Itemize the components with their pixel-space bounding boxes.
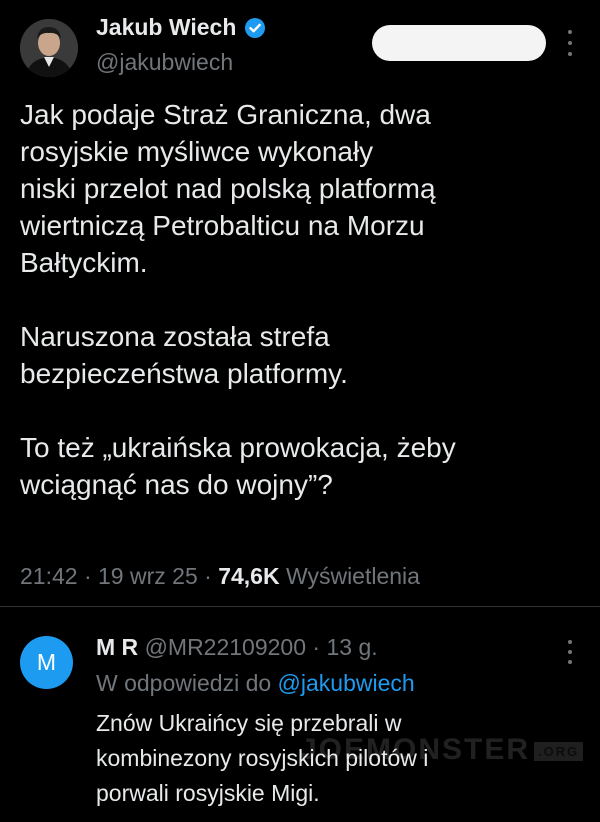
more-options-icon[interactable]: [560, 30, 580, 56]
author-avatar[interactable]: [20, 19, 78, 77]
tweet-text-line: wiertniczą Petrobalticu na Morzu: [20, 210, 425, 241]
reply-header: M R @MR22109200 · 13 g.: [96, 634, 378, 660]
tweet-text-line: To też „ukraińska prowokacja, żeby: [20, 432, 456, 463]
reply-tweet[interactable]: M M R @MR22109200 · 13 g. W odpowiedzi d…: [0, 607, 600, 822]
tweet-text: Jak podaje Straż Graniczna, dwa rosyjski…: [20, 96, 580, 503]
reply-text-line: porwali rosyjskie Migi.: [96, 780, 320, 806]
follow-button[interactable]: [372, 25, 546, 61]
reply-avatar-letter: M: [36, 649, 57, 675]
views-label: Wyświetlenia: [285, 563, 420, 589]
tweet-text-line: Naruszona została strefa: [20, 321, 330, 352]
replying-to-handle-link[interactable]: @jakubwiech: [278, 670, 415, 696]
watermark-text: JOEMONSTER: [300, 733, 531, 766]
tweet-text-line: niski przelot nad polską platformą: [20, 173, 436, 204]
tweet-text-line: Jak podaje Straż Graniczna, dwa: [20, 99, 431, 130]
reply-author-name[interactable]: M R: [96, 634, 138, 660]
replying-to: W odpowiedzi do @jakubwiech: [96, 670, 415, 697]
watermark-suffix: .ORG: [534, 741, 584, 761]
reply-avatar[interactable]: M: [20, 636, 73, 689]
tweet-time[interactable]: 21:42: [20, 563, 78, 589]
reply-author-handle[interactable]: @MR22109200: [145, 634, 306, 660]
tweet-date[interactable]: 19 wrz 25: [98, 563, 198, 589]
author-name[interactable]: Jakub Wiech: [96, 14, 236, 41]
tweet-text-line: rosyjskie myśliwce wykonały: [20, 136, 374, 167]
replying-to-label: W odpowiedzi do: [96, 670, 272, 696]
tweet-text-line: Bałtyckim.: [20, 247, 148, 278]
views-count: 74,6K: [218, 563, 280, 589]
author-handle[interactable]: @jakubwiech: [96, 49, 233, 76]
tweet-metadata: 21:42 · 19 wrz 25 · 74,6K Wyświetlenia: [20, 563, 420, 589]
tweet-text-line: wciągnąć nas do wojny”?: [20, 469, 333, 500]
reply-more-options-icon[interactable]: [560, 640, 580, 664]
watermark: JOEMONSTER .ORG: [300, 733, 584, 767]
main-tweet: Jakub Wiech @jakubwiech Jak podaje Straż…: [0, 0, 600, 606]
verified-badge-icon: [245, 17, 266, 38]
tweet-text-line: bezpieczeństwa platformy.: [20, 358, 348, 389]
reply-age[interactable]: 13 g.: [326, 634, 377, 660]
avatar-photo: [20, 19, 78, 77]
